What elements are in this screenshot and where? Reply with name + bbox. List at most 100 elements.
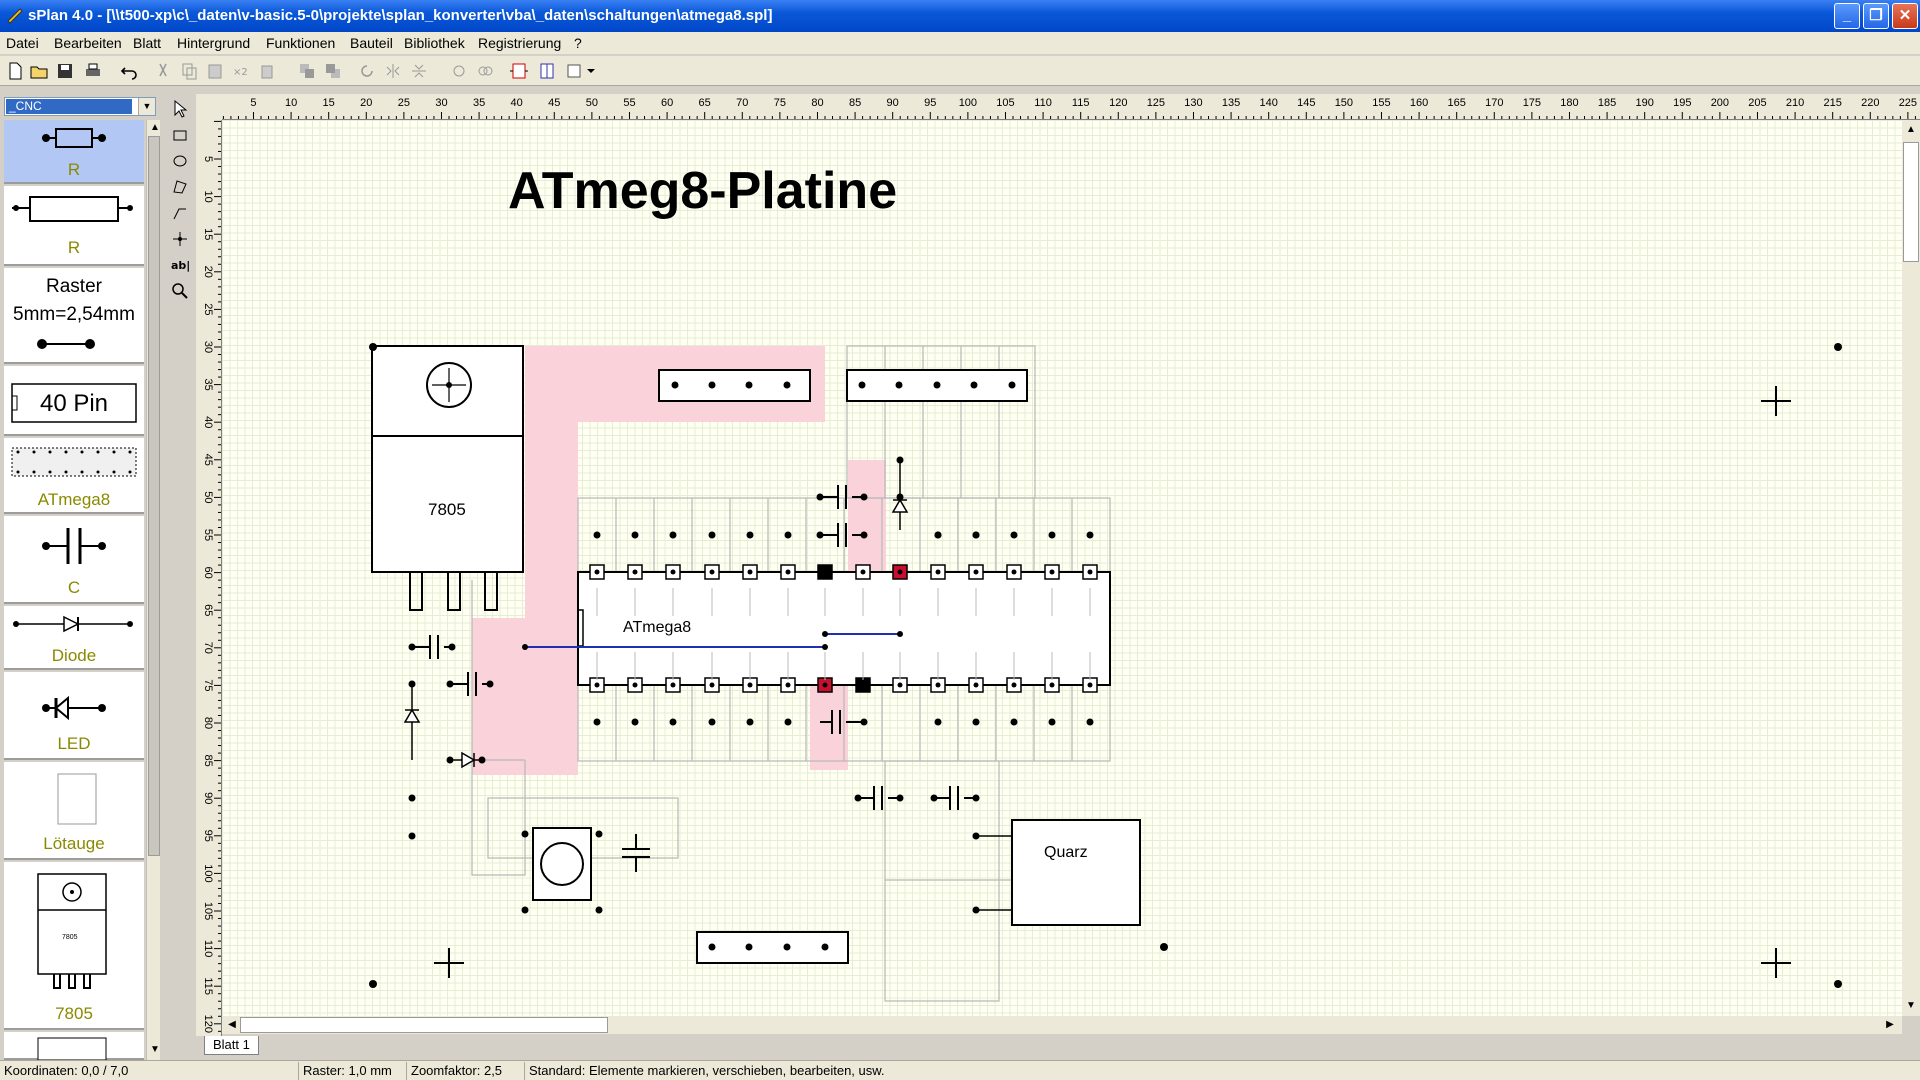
pad-dot[interactable] — [784, 531, 792, 539]
pad-dot[interactable] — [1010, 718, 1018, 726]
bring-front-icon[interactable] — [296, 60, 318, 82]
crystal-quarz[interactable]: Quarz — [972, 819, 1141, 926]
library-item-resistor[interactable]: R — [4, 186, 144, 266]
ungroup-icon[interactable] — [474, 60, 496, 82]
pad-dot[interactable] — [1086, 718, 1094, 726]
pad-dot[interactable] — [972, 718, 980, 726]
pad-dot[interactable] — [1048, 718, 1056, 726]
menu-help[interactable]: ? — [574, 35, 582, 51]
line-tool-icon[interactable] — [169, 202, 191, 224]
tab-blatt-1[interactable]: Blatt 1 — [204, 1036, 259, 1055]
group-icon[interactable] — [448, 60, 470, 82]
chip-pad[interactable] — [817, 564, 833, 580]
undo-icon[interactable] — [118, 60, 140, 82]
sheet-options-icon[interactable] — [536, 60, 558, 82]
library-scrollbar[interactable]: ▲ ▼ — [146, 120, 160, 1060]
canvas-horizontal-scrollbar[interactable]: ◀ ▶ — [222, 1016, 1902, 1034]
menu-hintergrund[interactable]: Hintergrund — [177, 35, 250, 51]
regulator-7805[interactable]: 7805 — [369, 343, 524, 611]
text-tool-icon[interactable]: ab| — [169, 254, 191, 276]
duplicate-icon[interactable]: ×2 — [230, 60, 252, 82]
restore-button[interactable]: ❐ — [1863, 3, 1889, 29]
pad-dot[interactable] — [708, 718, 716, 726]
rectangle-tool-icon[interactable] — [169, 124, 191, 146]
canvas-vertical-scrollbar[interactable]: ▲ ▼ — [1902, 120, 1920, 1016]
close-button[interactable]: ✕ — [1892, 3, 1918, 29]
junction-tool-icon[interactable] — [169, 228, 191, 250]
cut-icon[interactable] — [152, 60, 174, 82]
library-item-40pin[interactable]: 40 Pin — [4, 366, 144, 436]
pad-dot[interactable] — [784, 718, 792, 726]
delete-icon[interactable] — [256, 60, 278, 82]
paste-icon[interactable] — [204, 60, 226, 82]
menu-datei[interactable]: Datei — [6, 35, 39, 51]
connector-strip-bottom[interactable] — [696, 931, 849, 964]
component-icon[interactable] — [508, 60, 530, 82]
chevron-down-icon[interactable] — [584, 60, 598, 82]
mirror-h-icon[interactable] — [382, 60, 404, 82]
library-item-raster[interactable]: Raster 5mm=2,54mm — [4, 268, 144, 364]
new-file-icon[interactable] — [4, 60, 26, 82]
library-item-led[interactable]: LED — [4, 672, 144, 760]
pad-dot[interactable] — [972, 531, 980, 539]
minimize-button[interactable]: _ — [1834, 3, 1860, 29]
push-button-switch[interactable] — [521, 827, 603, 914]
menu-registrierung[interactable]: Registrierung — [478, 35, 561, 51]
chevron-down-icon[interactable]: ▼ — [138, 98, 155, 115]
connector-strip-top-right[interactable] — [846, 369, 1028, 402]
pad-dot[interactable] — [593, 531, 601, 539]
pad-dot[interactable] — [669, 718, 677, 726]
pad-dot[interactable] — [934, 531, 942, 539]
pad-dot[interactable] — [934, 718, 942, 726]
pad-dot[interactable] — [593, 718, 601, 726]
library-item-resistor-small[interactable]: R — [4, 120, 144, 184]
scroll-up-icon[interactable]: ▲ — [1903, 122, 1919, 138]
save-icon[interactable] — [54, 60, 76, 82]
pointer-icon[interactable] — [169, 98, 191, 120]
scroll-up-icon[interactable]: ▲ — [147, 120, 163, 136]
library-item-capacitor[interactable]: C — [4, 516, 144, 604]
menu-funktionen[interactable]: Funktionen — [266, 35, 335, 51]
pad-dot[interactable] — [1048, 531, 1056, 539]
menu-bearbeiten[interactable]: Bearbeiten — [54, 35, 122, 51]
menu-bibliothek[interactable]: Bibliothek — [404, 35, 465, 51]
rotate-icon[interactable] — [356, 60, 378, 82]
scroll-right-icon[interactable]: ▶ — [1882, 1017, 1898, 1033]
chip-pad[interactable] — [855, 677, 871, 693]
polygon-tool-icon[interactable] — [169, 176, 191, 198]
copper-area-main[interactable] — [472, 346, 825, 775]
pad-dot[interactable] — [631, 531, 639, 539]
library-item-pad[interactable]: Lötauge — [4, 762, 144, 860]
pad-dot[interactable] — [746, 531, 754, 539]
library-item-7805[interactable]: 7805 7805 — [4, 862, 144, 1030]
atmega8-chip[interactable]: ATmega8 — [577, 564, 1111, 693]
scroll-left-icon[interactable]: ◀ — [224, 1017, 240, 1033]
library-item-next[interactable] — [4, 1032, 144, 1060]
library-item-diode[interactable]: Diode — [4, 606, 144, 670]
print-icon[interactable] — [82, 60, 104, 82]
scroll-down-icon[interactable]: ▼ — [147, 1042, 163, 1058]
zoom-tool-icon[interactable] — [169, 280, 191, 302]
pad-dot[interactable] — [1010, 531, 1018, 539]
mirror-v-icon[interactable] — [408, 60, 430, 82]
send-back-icon[interactable] — [322, 60, 344, 82]
pad-dot[interactable] — [708, 531, 716, 539]
drawing-title[interactable]: ATmeg8-Platine — [508, 162, 897, 220]
horizontal-scroll-thumb[interactable] — [240, 1017, 608, 1033]
pad-dot[interactable] — [746, 718, 754, 726]
pad-dot[interactable] — [669, 531, 677, 539]
menu-blatt[interactable]: Blatt — [133, 35, 161, 51]
pad-dot[interactable] — [631, 718, 639, 726]
open-folder-icon[interactable] — [28, 60, 50, 82]
copy-icon[interactable] — [178, 60, 200, 82]
vertical-scroll-thumb[interactable] — [1903, 142, 1919, 262]
library-scroll-thumb[interactable] — [148, 136, 160, 856]
drawing-canvas[interactable]: ATmeg8-Platine 7805 ATmega8 Quarz — [222, 120, 1902, 1016]
ellipse-tool-icon[interactable] — [169, 150, 191, 172]
connector-strip-top[interactable] — [658, 369, 811, 402]
page-setup-icon[interactable] — [564, 60, 586, 82]
library-item-atmega8[interactable]: ATmega8 — [4, 438, 144, 514]
menu-bauteil[interactable]: Bauteil — [350, 35, 393, 51]
library-select[interactable]: _CNC ▼ — [4, 97, 156, 116]
scroll-down-icon[interactable]: ▼ — [1903, 998, 1919, 1014]
